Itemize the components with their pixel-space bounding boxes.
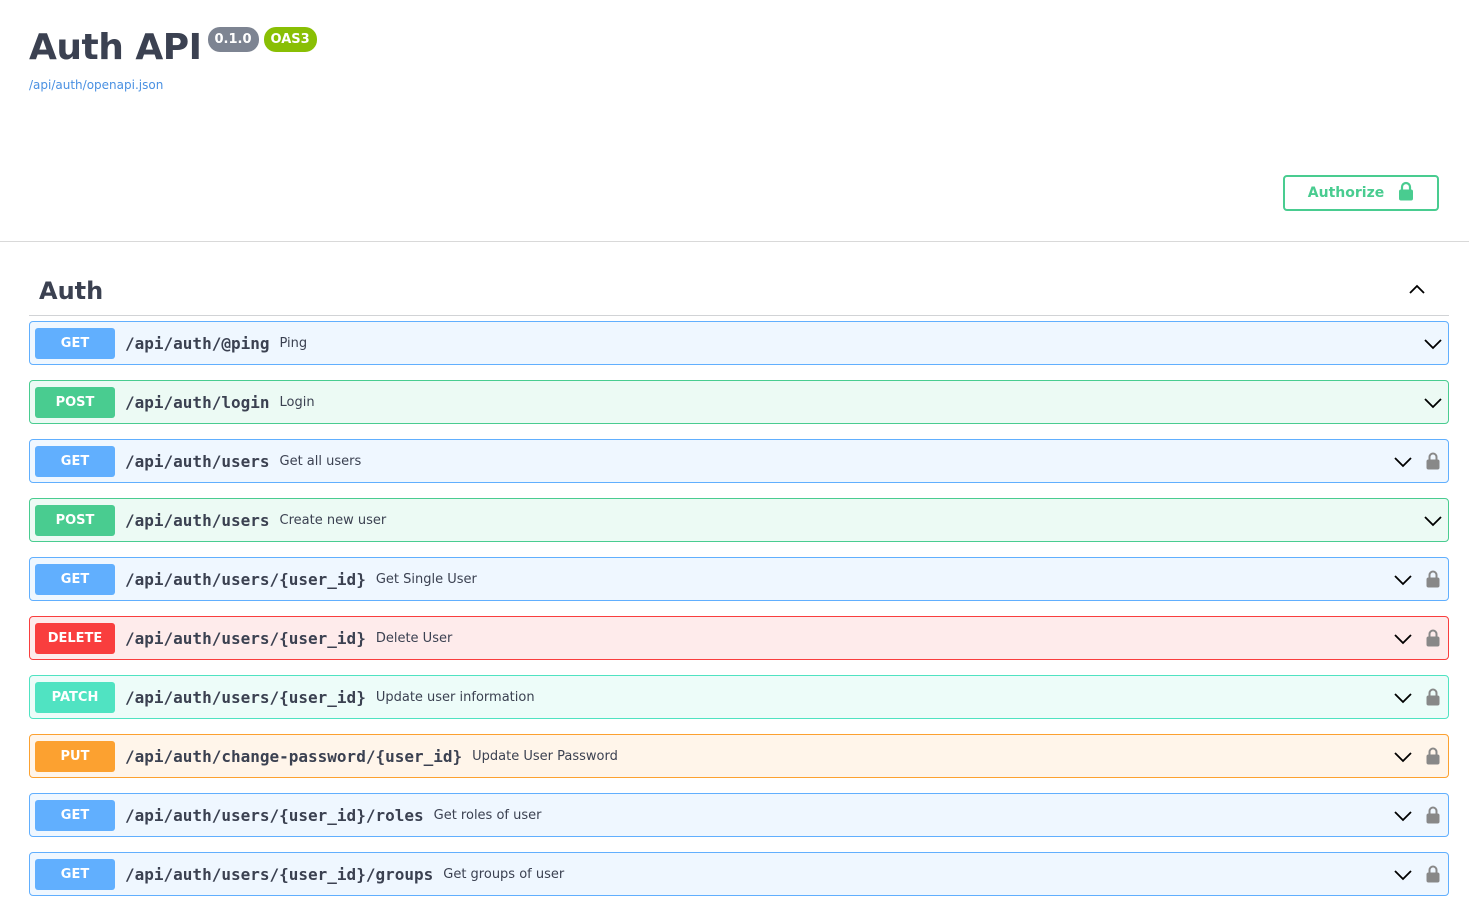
operation-controls [1393,735,1443,777]
chevron-down-icon[interactable] [1393,569,1413,589]
chevron-up-icon[interactable] [1407,279,1427,303]
lock-icon[interactable] [1423,451,1443,471]
operation-path: /api/auth/users/{user_id} [125,569,366,589]
operation-controls [1423,499,1443,541]
operation-row[interactable]: PUT/api/auth/change-password/{user_id} Up… [29,734,1449,778]
operation-summary: Delete User [375,630,453,646]
operation-path: /api/auth/users [125,510,270,530]
operation-row[interactable]: GET/api/auth/@ping Ping [29,321,1449,365]
openapi-spec-link[interactable]: /api/auth/openapi.json [29,78,163,92]
method-badge: GET [35,799,115,831]
operation-controls [1393,440,1443,482]
lock-icon [1398,181,1414,205]
lock-icon[interactable] [1423,569,1443,589]
authorize-label: Authorize [1307,185,1385,201]
method-badge: GET [35,445,115,477]
title-row: Auth API 0.1.0 OAS3 [29,26,317,70]
operation-summary: Login [279,394,315,410]
lock-icon[interactable] [1423,628,1443,648]
operation-controls [1393,617,1443,659]
chevron-down-icon[interactable] [1393,687,1413,707]
operation-summary: Get groups of user [443,866,565,882]
operation-row[interactable]: PATCH/api/auth/users/{user_id} Update use… [29,675,1449,719]
chevron-down-icon[interactable] [1393,805,1413,825]
chevron-down-icon[interactable] [1423,510,1443,530]
lock-icon[interactable] [1423,805,1443,825]
method-badge: GET [35,563,115,595]
lock-icon[interactable] [1423,864,1443,884]
operation-summary: Get all users [279,453,362,469]
version-badge: 0.1.0 [207,27,259,52]
method-badge: GET [35,858,115,890]
operation-path: /api/auth/users/{user_id}/groups [125,864,434,884]
chevron-down-icon[interactable] [1423,392,1443,412]
operation-controls [1393,676,1443,718]
operation-summary: Ping [279,335,308,351]
operation-path: /api/auth/users/{user_id} [125,687,366,707]
operation-path: /api/auth/@ping [125,333,270,353]
operation-row[interactable]: POST/api/auth/login Login [29,380,1449,424]
operation-row[interactable]: GET/api/auth/users Get all users [29,439,1449,483]
authorize-button[interactable]: Authorize [1283,175,1439,211]
operation-summary: Update User Password [472,748,618,764]
method-badge: GET [35,327,115,359]
method-badge: DELETE [35,622,115,654]
operation-summary: Get Single User [375,571,477,587]
operation-path: /api/auth/login [125,392,270,412]
operation-row[interactable]: GET/api/auth/users/{user_id}/roles Get ro… [29,793,1449,837]
operation-controls [1423,381,1443,423]
operation-controls [1393,558,1443,600]
method-badge: PATCH [35,681,115,713]
operation-summary: Update user information [375,689,535,705]
lock-icon[interactable] [1423,687,1443,707]
api-info-header: Auth API 0.1.0 OAS3 /api/auth/openapi.js… [0,0,1469,242]
operation-summary: Create new user [279,512,387,528]
chevron-down-icon[interactable] [1393,746,1413,766]
chevron-down-icon[interactable] [1393,451,1413,471]
tag-title: Auth [39,276,104,305]
method-badge: PUT [35,740,115,772]
chevron-down-icon[interactable] [1393,628,1413,648]
operation-row[interactable]: POST/api/auth/users Create new user [29,498,1449,542]
chevron-down-icon[interactable] [1393,864,1413,884]
operation-row[interactable]: GET/api/auth/users/{user_id}/groups Get g… [29,852,1449,896]
operation-summary: Get roles of user [433,807,542,823]
operation-controls [1393,794,1443,836]
operation-path: /api/auth/users/{user_id} [125,628,366,648]
method-badge: POST [35,504,115,536]
page-title: Auth API [29,27,202,68]
operation-controls [1393,853,1443,895]
tag-section-auth: Auth [29,266,1449,316]
tag-header[interactable]: Auth [29,266,1449,316]
operation-row[interactable]: GET/api/auth/users/{user_id} Get Single U… [29,557,1449,601]
method-badge: POST [35,386,115,418]
operation-path: /api/auth/users [125,451,270,471]
oas-badge: OAS3 [263,27,317,52]
operation-path: /api/auth/users/{user_id}/roles [125,805,424,825]
lock-icon[interactable] [1423,746,1443,766]
chevron-down-icon[interactable] [1423,333,1443,353]
operation-path: /api/auth/change-password/{user_id} [125,746,463,766]
operation-row[interactable]: DELETE/api/auth/users/{user_id} Delete Us… [29,616,1449,660]
operations-list: GET/api/auth/@ping Ping POST/api/auth/logi… [29,321,1449,911]
operation-controls [1423,322,1443,364]
